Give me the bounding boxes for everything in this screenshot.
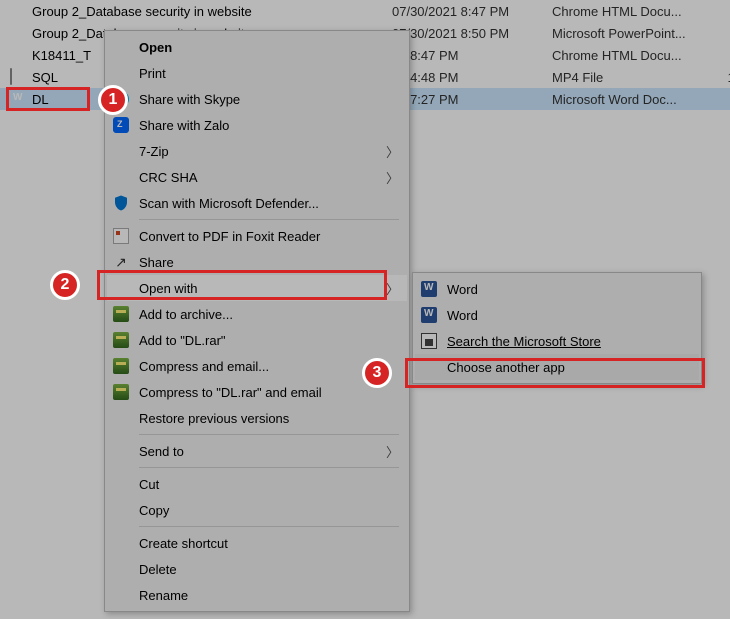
file-date: 21 8:47 PM xyxy=(392,48,552,63)
word-icon xyxy=(419,279,439,299)
menu-share-zalo[interactable]: Share with Zalo xyxy=(107,112,407,138)
separator xyxy=(139,467,399,468)
chevron-right-icon: 〉 xyxy=(386,442,399,461)
separator xyxy=(139,526,399,527)
file-date: 07/30/2021 8:50 PM xyxy=(392,26,552,41)
step-badge-1: 1 xyxy=(98,85,128,115)
submenu-word[interactable]: Word xyxy=(415,276,699,302)
menu-compress-rar-email[interactable]: Compress to "DL.rar" and email xyxy=(107,379,407,405)
zalo-icon xyxy=(111,115,131,135)
shield-icon xyxy=(111,193,131,213)
chevron-right-icon: 〉 xyxy=(386,142,399,161)
menu-rename[interactable]: Rename xyxy=(107,582,407,608)
word-icon xyxy=(10,91,26,107)
file-date: 21 4:48 PM xyxy=(392,70,552,85)
powerpoint-icon xyxy=(10,25,26,41)
file-size: 10 xyxy=(712,70,730,85)
menu-foxit-pdf[interactable]: Convert to PDF in Foxit Reader xyxy=(107,223,407,249)
file-type: Microsoft PowerPoint... xyxy=(552,26,712,41)
word-icon xyxy=(419,305,439,325)
menu-crc-sha[interactable]: CRC SHA〉 xyxy=(107,164,407,190)
archive-icon xyxy=(111,330,131,350)
menu-share[interactable]: ↗Share xyxy=(107,249,407,275)
file-row[interactable]: Group 2_Database security in website 07/… xyxy=(0,0,730,22)
chrome-icon xyxy=(10,3,26,19)
archive-icon xyxy=(111,382,131,402)
menu-cut[interactable]: Cut xyxy=(107,471,407,497)
file-type: Microsoft Word Doc... xyxy=(552,92,712,107)
menu-open-with[interactable]: Open with〉 xyxy=(107,275,407,301)
archive-icon xyxy=(111,356,131,376)
submenu-search-store[interactable]: Search the Microsoft Store xyxy=(415,328,699,354)
file-type: MP4 File xyxy=(552,70,712,85)
share-icon: ↗ xyxy=(111,252,131,272)
chevron-right-icon: 〉 xyxy=(386,168,399,187)
menu-add-rar[interactable]: Add to "DL.rar" xyxy=(107,327,407,353)
sql-file-icon xyxy=(10,69,26,85)
step-badge-3: 3 xyxy=(362,358,392,388)
menu-copy[interactable]: Copy xyxy=(107,497,407,523)
step-badge-2: 2 xyxy=(50,270,80,300)
context-menu: Open Print Share with Skype Share with Z… xyxy=(104,30,410,612)
chrome-icon xyxy=(10,47,26,63)
file-type: Chrome HTML Docu... xyxy=(552,48,712,63)
open-with-submenu: Word Word Search the Microsoft Store Cho… xyxy=(412,272,702,384)
file-name: Group 2_Database security in website xyxy=(32,4,392,19)
file-date: 07/30/2021 8:47 PM xyxy=(392,4,552,19)
menu-print[interactable]: Print xyxy=(107,60,407,86)
menu-create-shortcut[interactable]: Create shortcut xyxy=(107,530,407,556)
menu-defender[interactable]: Scan with Microsoft Defender... xyxy=(107,190,407,216)
submenu-word[interactable]: Word xyxy=(415,302,699,328)
separator xyxy=(139,219,399,220)
menu-send-to[interactable]: Send to〉 xyxy=(107,438,407,464)
store-icon xyxy=(419,331,439,351)
menu-add-archive[interactable]: Add to archive... xyxy=(107,301,407,327)
archive-icon xyxy=(111,304,131,324)
menu-share-skype[interactable]: Share with Skype xyxy=(107,86,407,112)
menu-restore-versions[interactable]: Restore previous versions xyxy=(107,405,407,431)
file-date: 21 7:27 PM xyxy=(392,92,552,107)
pdf-icon xyxy=(111,226,131,246)
menu-open[interactable]: Open xyxy=(107,34,407,60)
file-type: Chrome HTML Docu... xyxy=(552,4,712,19)
submenu-choose-another-app[interactable]: Choose another app xyxy=(415,354,699,380)
chevron-right-icon: 〉 xyxy=(386,279,399,298)
menu-7zip[interactable]: 7-Zip〉 xyxy=(107,138,407,164)
separator xyxy=(139,434,399,435)
menu-delete[interactable]: Delete xyxy=(107,556,407,582)
